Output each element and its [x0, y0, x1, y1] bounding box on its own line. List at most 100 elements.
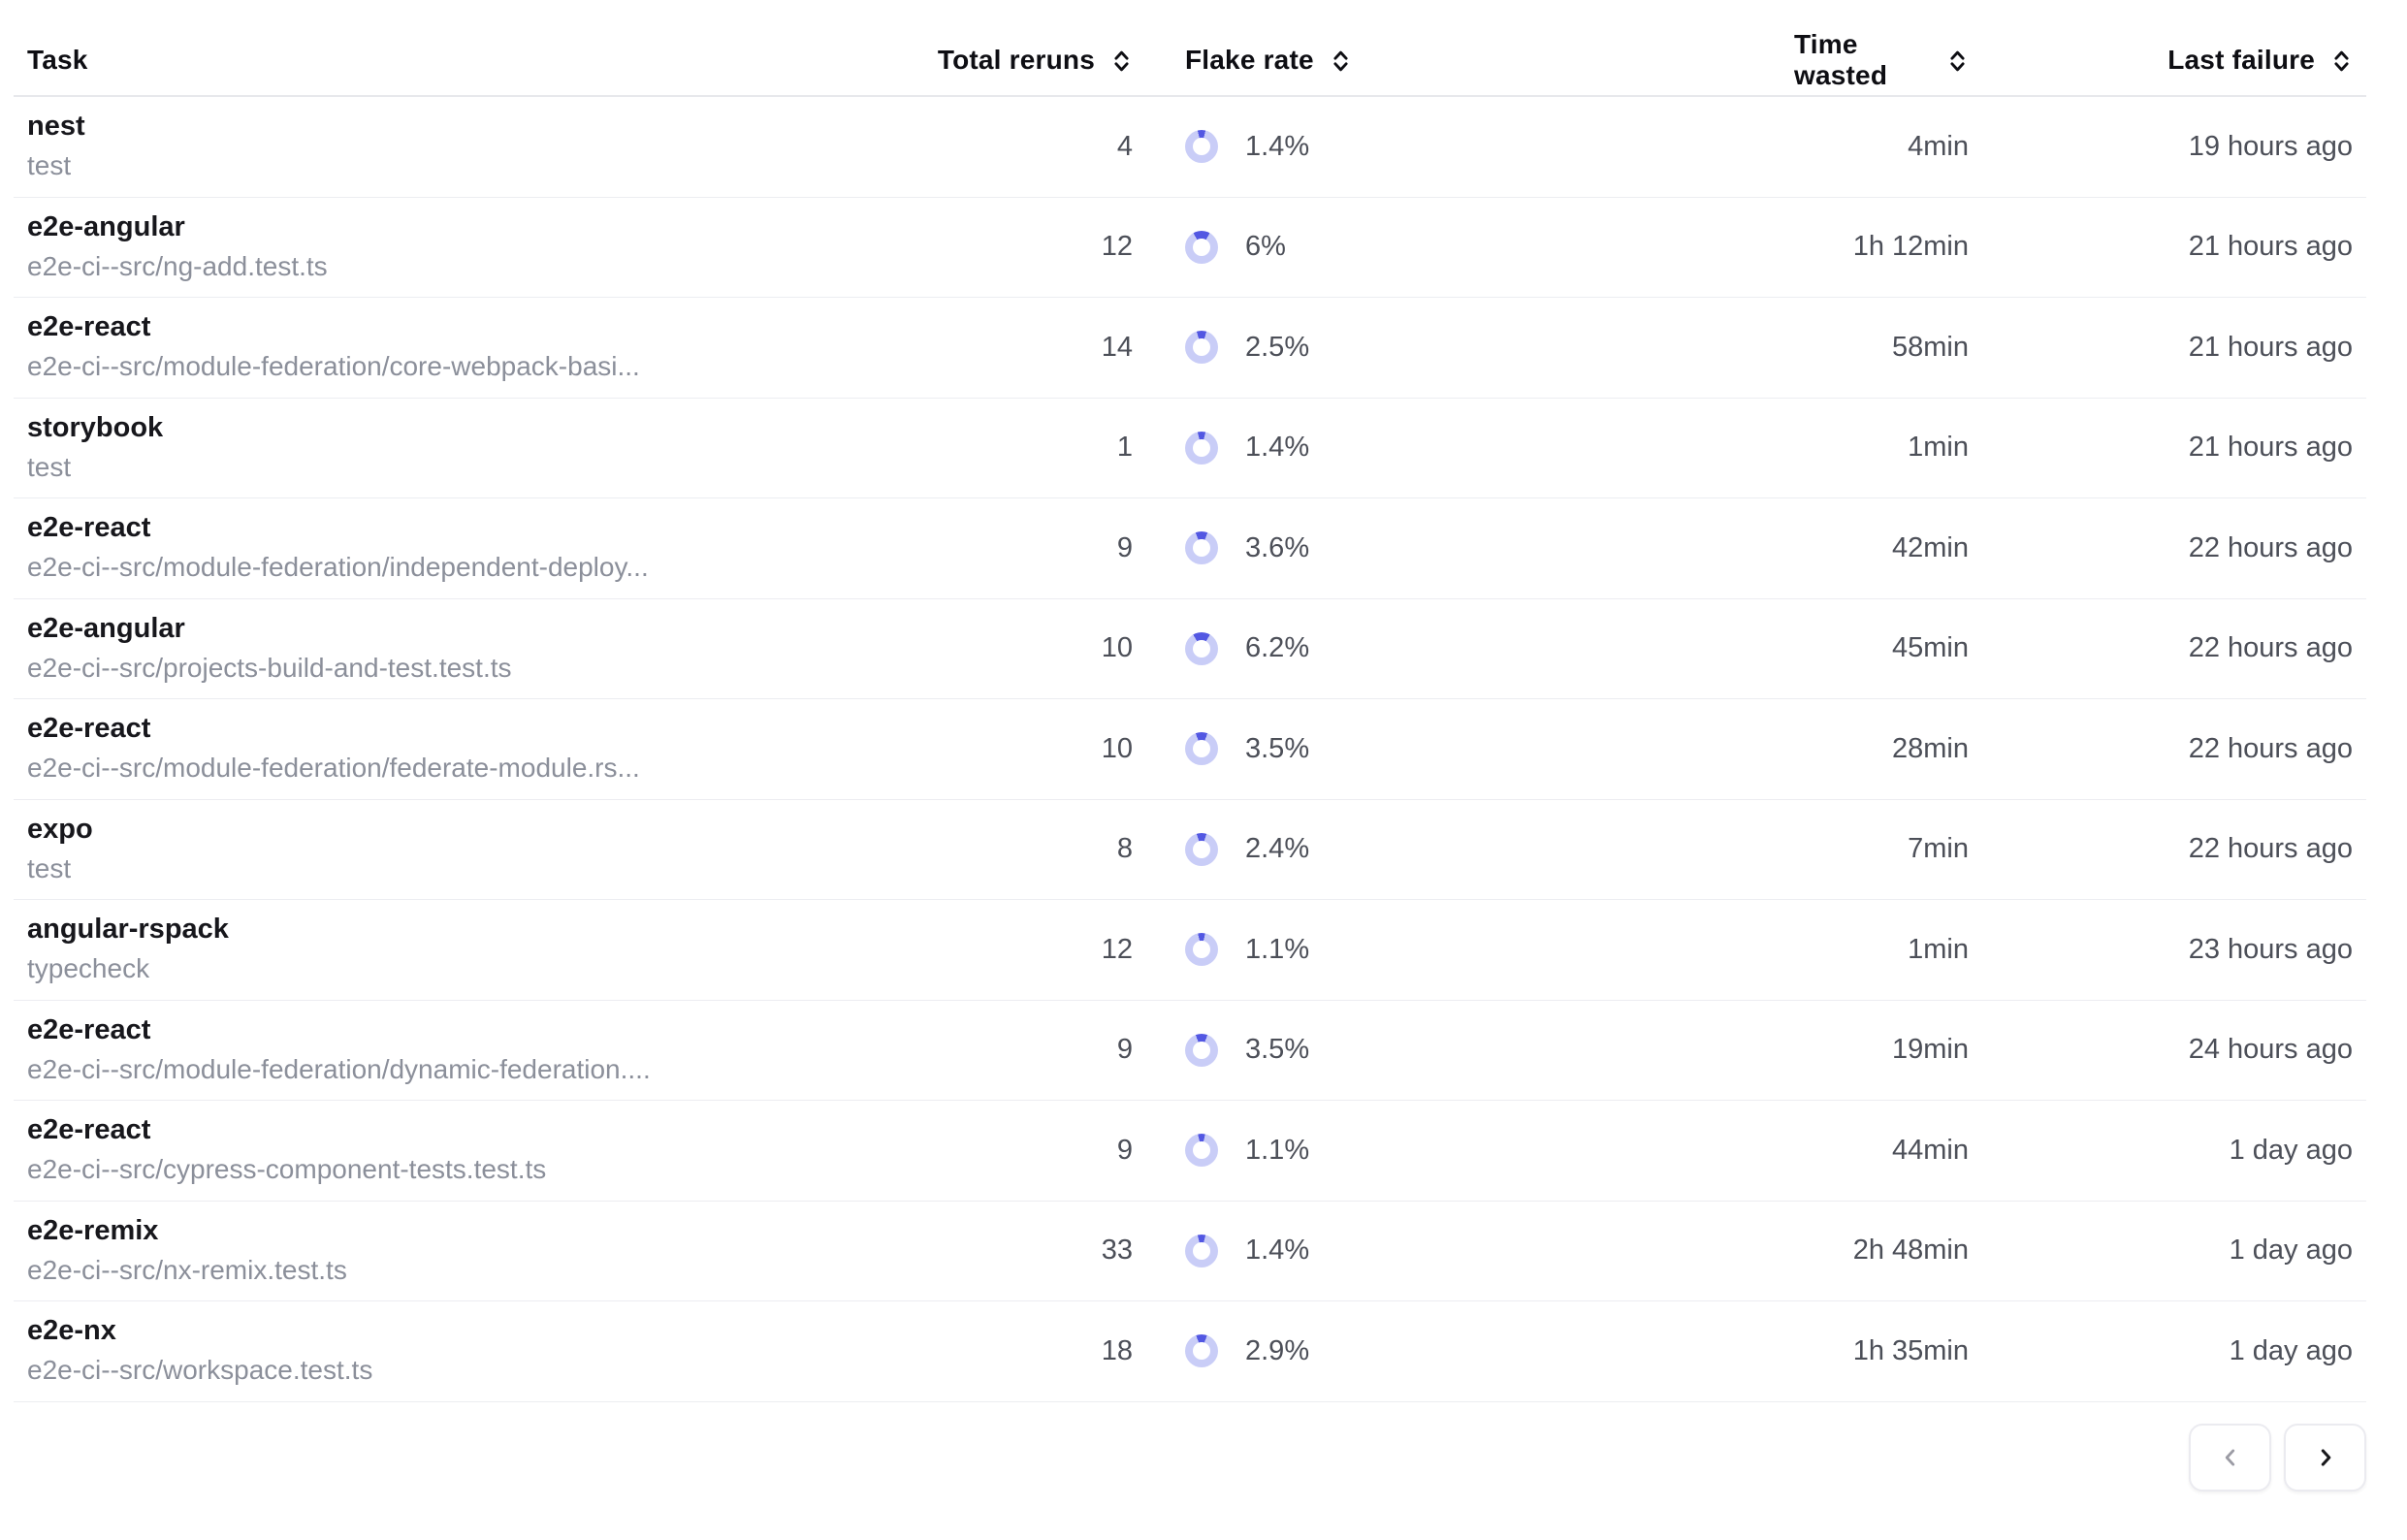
column-header-total_reruns[interactable]: Total reruns [912, 45, 1133, 76]
column-header-label: Flake rate [1185, 45, 1314, 76]
previous-page-button[interactable] [2189, 1424, 2271, 1492]
column-header-flake_rate[interactable]: Flake rate [1133, 45, 1794, 76]
task-cell: angular-rspack typecheck [14, 914, 912, 984]
flake-rate-cell: 6% [1133, 231, 1794, 264]
last-failure-value: 24 hours ago [1969, 1034, 2353, 1066]
flake-rate-cell: 3.6% [1133, 531, 1794, 564]
table-row[interactable]: storybook test 1 1.4% 1min 21 hours ago [14, 399, 2366, 499]
task-cell: nest test [14, 112, 912, 181]
flake-rate-donut-icon [1185, 231, 1218, 264]
flake-rate-value: 3.5% [1245, 1034, 1309, 1066]
flake-rate-cell: 2.4% [1133, 833, 1794, 866]
task-name: e2e-angular [27, 212, 912, 243]
flake-rate-cell: 2.9% [1133, 1334, 1794, 1367]
flake-rate-donut-icon [1185, 130, 1218, 163]
flake-rate-donut-icon [1185, 1034, 1218, 1067]
time-wasted-value: 1min [1794, 934, 1969, 966]
flake-rate-value: 6% [1245, 231, 1286, 263]
task-target: test [27, 854, 912, 884]
total-reruns-value: 18 [912, 1335, 1133, 1367]
total-reruns-value: 12 [912, 231, 1133, 263]
table-row[interactable]: expo test 8 2.4% 7min 22 hours ago [14, 800, 2366, 901]
table-body: nest test 4 1.4% 4min 19 hours ago e2e-a… [14, 97, 2366, 1402]
flake-rate-value: 1.4% [1245, 432, 1309, 464]
flake-rate-value: 2.5% [1245, 332, 1309, 364]
task-target: test [27, 151, 912, 181]
table-row[interactable]: e2e-angular e2e-ci--src/ng-add.test.ts 1… [14, 198, 2366, 299]
column-header-task: Task [14, 45, 912, 76]
last-failure-value: 21 hours ago [1969, 332, 2353, 364]
flake-rate-cell: 1.1% [1133, 1134, 1794, 1167]
task-name: expo [27, 815, 912, 846]
task-cell: e2e-remix e2e-ci--src/nx-remix.test.ts [14, 1216, 912, 1286]
flake-rate-cell: 3.5% [1133, 1034, 1794, 1067]
flake-rate-value: 3.5% [1245, 733, 1309, 765]
table-row[interactable]: e2e-react e2e-ci--src/module-federation/… [14, 298, 2366, 399]
chevron-left-icon [2218, 1445, 2243, 1470]
flake-rate-donut-icon [1185, 1235, 1218, 1267]
sort-icon[interactable] [1946, 48, 1969, 75]
task-name: e2e-nx [27, 1316, 912, 1347]
table-row[interactable]: angular-rspack typecheck 12 1.1% 1min 23… [14, 900, 2366, 1001]
column-header-last_failure[interactable]: Last failure [1969, 45, 2353, 76]
time-wasted-value: 19min [1794, 1034, 1969, 1066]
table-row[interactable]: e2e-react e2e-ci--src/module-federation/… [14, 699, 2366, 800]
sort-icon[interactable] [1110, 48, 1133, 75]
total-reruns-value: 14 [912, 332, 1133, 364]
last-failure-value: 1 day ago [1969, 1235, 2353, 1267]
last-failure-value: 22 hours ago [1969, 833, 2353, 865]
column-header-label: Task [27, 45, 88, 76]
task-name: e2e-angular [27, 614, 912, 645]
flaky-tasks-page: Task Total reruns Flake rate Time wasted Las… [0, 0, 2407, 1540]
column-header-label: Last failure [2167, 45, 2315, 76]
last-failure-value: 22 hours ago [1969, 632, 2353, 664]
sort-icon[interactable] [1330, 48, 1352, 75]
table-row[interactable]: e2e-nx e2e-ci--src/workspace.test.ts 18 … [14, 1301, 2366, 1402]
column-header-time_wasted[interactable]: Time wasted [1794, 29, 1969, 91]
task-name: e2e-react [27, 1015, 912, 1046]
table-row[interactable]: e2e-react e2e-ci--src/cypress-component-… [14, 1101, 2366, 1202]
sort-icon[interactable] [2330, 48, 2353, 75]
time-wasted-value: 45min [1794, 632, 1969, 664]
last-failure-value: 22 hours ago [1969, 733, 2353, 765]
time-wasted-value: 7min [1794, 833, 1969, 865]
time-wasted-value: 28min [1794, 733, 1969, 765]
last-failure-value: 1 day ago [1969, 1335, 2353, 1367]
task-cell: e2e-angular e2e-ci--src/ng-add.test.ts [14, 212, 912, 282]
next-page-button[interactable] [2284, 1424, 2366, 1492]
flake-rate-donut-icon [1185, 531, 1218, 564]
task-name: angular-rspack [27, 914, 912, 946]
total-reruns-value: 10 [912, 632, 1133, 664]
time-wasted-value: 2h 48min [1794, 1235, 1969, 1267]
table-row[interactable]: e2e-react e2e-ci--src/module-federation/… [14, 498, 2366, 599]
flake-rate-cell: 6.2% [1133, 632, 1794, 665]
total-reruns-value: 9 [912, 532, 1133, 564]
flake-rate-donut-icon [1185, 833, 1218, 866]
flake-rate-cell: 1.4% [1133, 432, 1794, 465]
table-row[interactable]: nest test 4 1.4% 4min 19 hours ago [14, 97, 2366, 198]
task-name: e2e-react [27, 714, 912, 745]
flake-rate-value: 1.1% [1245, 1135, 1309, 1167]
task-cell: e2e-react e2e-ci--src/module-federation/… [14, 714, 912, 784]
flake-rate-value: 2.9% [1245, 1335, 1309, 1367]
task-cell: e2e-angular e2e-ci--src/projects-build-a… [14, 614, 912, 684]
total-reruns-value: 8 [912, 833, 1133, 865]
flake-rate-cell: 3.5% [1133, 732, 1794, 765]
task-target: e2e-ci--src/projects-build-and-test.test… [27, 654, 912, 684]
task-target: e2e-ci--src/cypress-component-tests.test… [27, 1155, 912, 1185]
table-row[interactable]: e2e-react e2e-ci--src/module-federation/… [14, 1001, 2366, 1102]
task-target: e2e-ci--src/ng-add.test.ts [27, 252, 912, 282]
total-reruns-value: 9 [912, 1034, 1133, 1066]
task-name: e2e-remix [27, 1216, 912, 1247]
last-failure-value: 1 day ago [1969, 1135, 2353, 1167]
last-failure-value: 22 hours ago [1969, 532, 2353, 564]
chevron-right-icon [2313, 1445, 2338, 1470]
total-reruns-value: 10 [912, 733, 1133, 765]
flake-rate-value: 6.2% [1245, 632, 1309, 664]
task-target: e2e-ci--src/module-federation/core-webpa… [27, 352, 912, 382]
flake-rate-donut-icon [1185, 933, 1218, 966]
task-name: e2e-react [27, 312, 912, 343]
time-wasted-value: 1h 35min [1794, 1335, 1969, 1367]
table-row[interactable]: e2e-remix e2e-ci--src/nx-remix.test.ts 3… [14, 1202, 2366, 1302]
table-row[interactable]: e2e-angular e2e-ci--src/projects-build-a… [14, 599, 2366, 700]
